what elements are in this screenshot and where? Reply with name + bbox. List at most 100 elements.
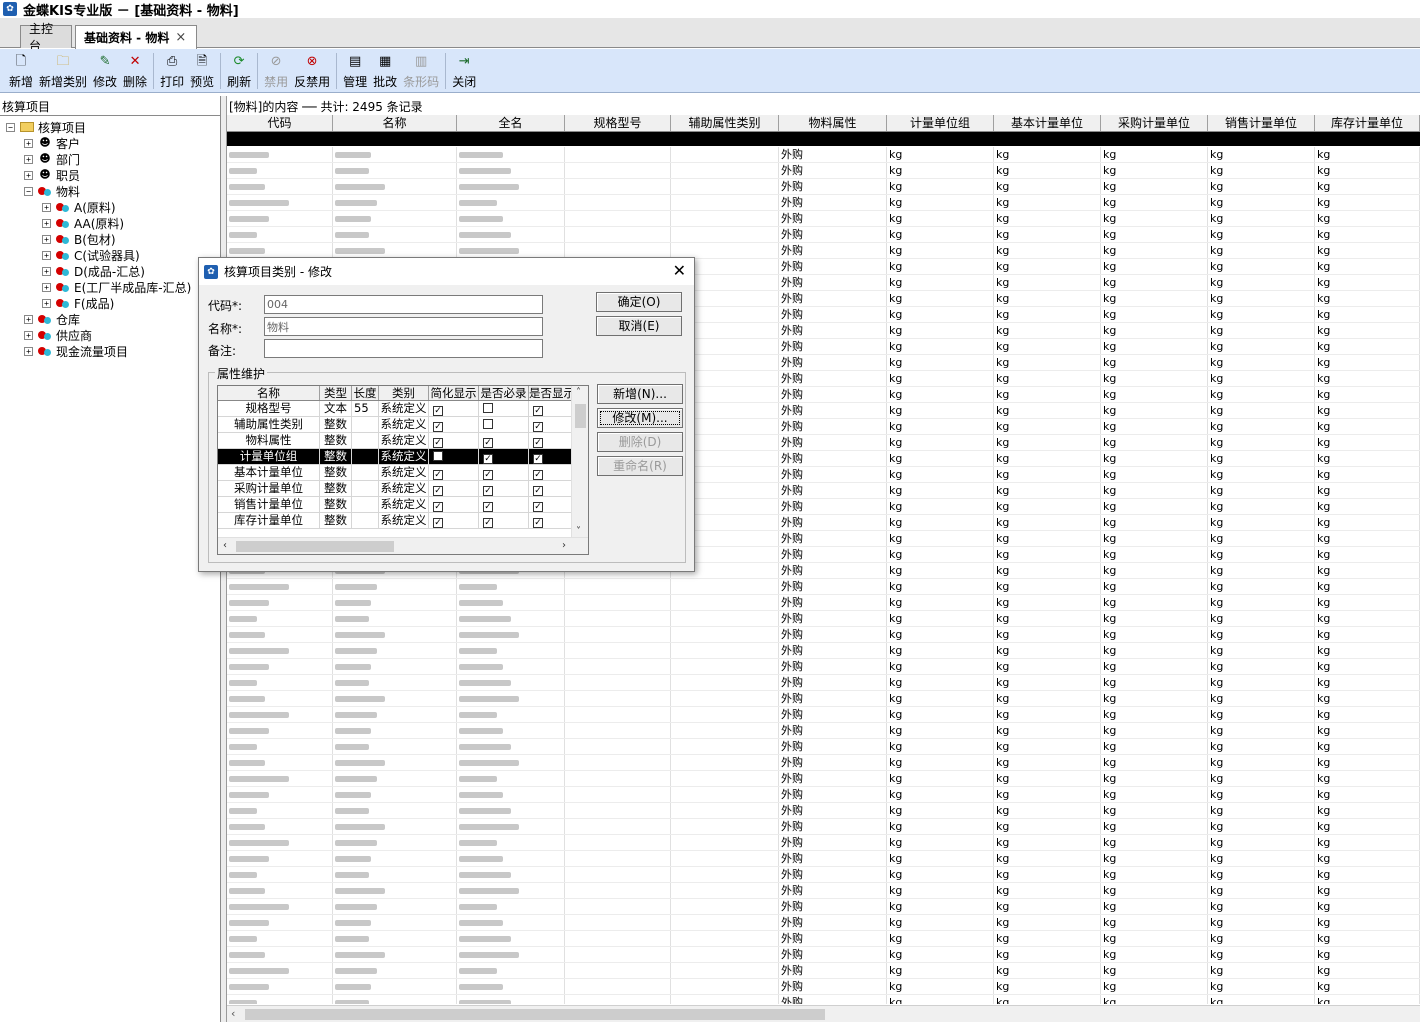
checkbox[interactable]: ✓ (533, 422, 543, 432)
expand-icon[interactable]: + (24, 330, 33, 340)
table-row[interactable]: 外购 kg kg kg kg kg (227, 995, 1420, 1004)
column-header[interactable]: 全名 (457, 115, 565, 131)
attribute-checkbox-cell[interactable]: ✓ (529, 449, 573, 464)
attribute-checkbox-cell[interactable] (479, 417, 529, 432)
attribute-checkbox-cell[interactable]: ✓ (479, 433, 529, 448)
checkbox[interactable]: ✓ (533, 438, 543, 448)
rename-attribute-button[interactable]: 重命名(R) (597, 456, 683, 476)
table-row[interactable]: 外购 kg kg kg kg kg (227, 899, 1420, 915)
table-row[interactable]: 外购 kg kg kg kg kg (227, 883, 1420, 899)
name-input[interactable] (264, 317, 543, 336)
checkbox[interactable]: ✓ (483, 438, 493, 448)
expand-icon[interactable]: + (24, 170, 33, 180)
collapse-icon[interactable]: − (24, 186, 33, 196)
toolbar-button[interactable]: ▤ 管理 (340, 49, 370, 91)
tab-close-icon[interactable]: × (175, 30, 186, 45)
tree-node[interactable]: − 核算项目 (6, 119, 86, 135)
attribute-checkbox-cell[interactable]: ✓ (429, 465, 479, 480)
attribute-checkbox-cell[interactable]: ✓ (529, 481, 573, 496)
attribute-checkbox-cell[interactable]: ✓ (479, 513, 529, 528)
table-row[interactable]: 外购 kg kg kg kg kg (227, 947, 1420, 963)
checkbox[interactable]: ✓ (483, 518, 493, 528)
table-row[interactable]: 外购 kg kg kg kg kg (227, 595, 1420, 611)
column-header[interactable]: 计量单位组 (887, 115, 994, 131)
tree-node[interactable]: + ☻ 客户 (24, 135, 80, 151)
attribute-column-header[interactable]: 是否必录 (479, 386, 529, 400)
toolbar-button[interactable]: ✎ 修改 (90, 49, 120, 91)
grid-horizontal-scrollbar[interactable]: ‹ (227, 1005, 1420, 1022)
toolbar-button[interactable]: 🗀 新增类别 (36, 49, 90, 91)
tree-node[interactable]: + 仓库 (24, 311, 80, 327)
ok-button[interactable]: 确定(O) (596, 292, 682, 312)
cancel-button[interactable]: 取消(E) (596, 316, 682, 336)
attribute-checkbox-cell[interactable]: ✓ (479, 449, 529, 464)
attribute-checkbox-cell[interactable]: ✓ (529, 417, 573, 432)
table-row[interactable]: 外购 kg kg kg kg kg (227, 627, 1420, 643)
toolbar-button[interactable]: ⊗ 反禁用 (291, 49, 333, 91)
tree-node[interactable]: + ☻ 部门 (24, 151, 80, 167)
table-row[interactable]: 外购 kg kg kg kg kg (227, 851, 1420, 867)
expand-icon[interactable]: + (42, 266, 51, 276)
table-row[interactable]: 外购 kg kg kg kg kg (227, 755, 1420, 771)
selected-grid-row[interactable] (227, 132, 1420, 146)
attribute-row[interactable]: 库存计量单位 整数 系统定义 ✓ ✓ ✓ (218, 513, 573, 529)
checkbox[interactable]: ✓ (433, 470, 443, 480)
toolbar-button[interactable]: ✕ 删除 (120, 49, 150, 91)
checkbox[interactable] (433, 451, 443, 461)
attribute-checkbox-cell[interactable]: ✓ (529, 465, 573, 480)
column-header[interactable]: 采购计量单位 (1101, 115, 1208, 131)
table-row[interactable]: 外购 kg kg kg kg kg (227, 979, 1420, 995)
attribute-checkbox-cell[interactable]: ✓ (479, 497, 529, 512)
attribute-column-header[interactable]: 类型 (320, 386, 352, 400)
table-row[interactable]: 外购 kg kg kg kg kg (227, 771, 1420, 787)
modify-attribute-button[interactable]: 修改(M)... (597, 408, 683, 428)
table-row[interactable]: 外购 kg kg kg kg kg (227, 227, 1420, 243)
attribute-row[interactable]: 计量单位组 整数 系统定义 ✓ ✓ (218, 449, 573, 465)
tab-materials[interactable]: 基础资料 - 物料 × (75, 25, 197, 49)
table-row[interactable]: 外购 kg kg kg kg kg (227, 803, 1420, 819)
tree-node[interactable]: + E(工厂半成品库-汇总) (42, 279, 191, 295)
expand-icon[interactable]: + (42, 234, 51, 244)
tree-node[interactable]: − 物料 (24, 183, 80, 199)
code-input[interactable] (264, 295, 543, 314)
attribute-checkbox-cell[interactable]: ✓ (429, 401, 479, 416)
tab-main-console[interactable]: 主控台 (20, 22, 72, 53)
checkbox[interactable]: ✓ (533, 454, 543, 464)
checkbox[interactable]: ✓ (483, 486, 493, 496)
attribute-horizontal-scrollbar[interactable]: ‹ › (218, 537, 588, 554)
expand-icon[interactable]: + (42, 250, 51, 260)
table-row[interactable]: 外购 kg kg kg kg kg (227, 931, 1420, 947)
toolbar-button[interactable]: 🗎 预览 (187, 49, 217, 91)
scroll-left-icon[interactable]: ‹ (231, 1007, 235, 1020)
table-row[interactable]: 外购 kg kg kg kg kg (227, 659, 1420, 675)
column-header[interactable]: 库存计量单位 (1315, 115, 1420, 131)
checkbox[interactable]: ✓ (483, 470, 493, 480)
attribute-checkbox-cell[interactable]: ✓ (529, 513, 573, 528)
checkbox[interactable]: ✓ (433, 486, 443, 496)
attribute-checkbox-cell[interactable]: ✓ (479, 481, 529, 496)
attribute-checkbox-cell[interactable]: ✓ (479, 465, 529, 480)
checkbox[interactable]: ✓ (533, 486, 543, 496)
column-header[interactable]: 规格型号 (565, 115, 671, 131)
expand-icon[interactable]: + (42, 282, 51, 292)
tree-node[interactable]: + F(成品) (42, 295, 114, 311)
tree-node[interactable]: + C(试验器具) (42, 247, 140, 263)
toolbar-button[interactable]: 🗋 新增 (6, 49, 36, 91)
attribute-row[interactable]: 辅助属性类别 整数 系统定义 ✓ ✓ (218, 417, 573, 433)
checkbox[interactable]: ✓ (433, 502, 443, 512)
column-header[interactable]: 代码 (227, 115, 333, 131)
expand-icon[interactable]: + (24, 314, 33, 324)
column-header[interactable]: 物料属性 (779, 115, 887, 131)
checkbox[interactable] (483, 419, 493, 429)
add-attribute-button[interactable]: 新增(N)... (597, 384, 683, 404)
tree-node[interactable]: + A(原料) (42, 199, 116, 215)
table-row[interactable]: 外购 kg kg kg kg kg (227, 819, 1420, 835)
tree-node[interactable]: + ☻ 职员 (24, 167, 80, 183)
expand-icon[interactable]: + (42, 202, 51, 212)
delete-attribute-button[interactable]: 删除(D) (597, 432, 683, 452)
checkbox[interactable]: ✓ (533, 470, 543, 480)
expand-icon[interactable]: + (24, 154, 33, 164)
table-row[interactable]: 外购 kg kg kg kg kg (227, 211, 1420, 227)
checkbox[interactable]: ✓ (483, 502, 493, 512)
toolbar-button[interactable]: ⟳ 刷新 (224, 49, 254, 91)
